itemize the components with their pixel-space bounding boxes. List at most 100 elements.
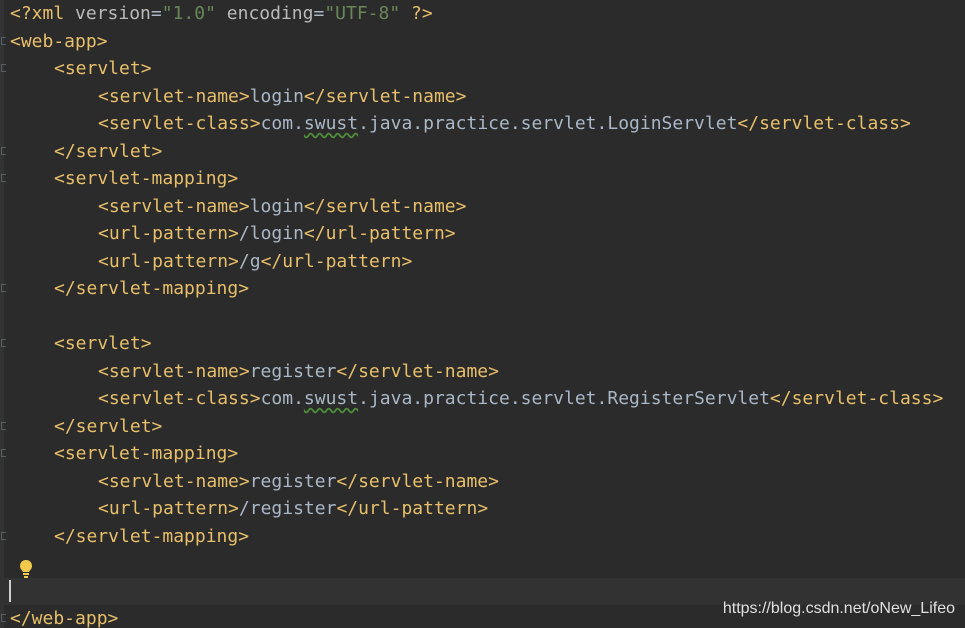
code-line-text: <url-pattern>/login</url-pattern> xyxy=(98,220,456,248)
text-content xyxy=(216,3,227,24)
text-content: = xyxy=(313,3,325,24)
xml-tag: <?xml xyxy=(10,3,76,24)
code-line[interactable]: <url-pattern>/login</url-pattern> xyxy=(0,220,965,248)
xml-tag: </url-pattern> xyxy=(336,498,489,519)
xml-tag: <servlet-name> xyxy=(98,195,250,217)
code-line[interactable]: <servlet-name>register</servlet-name> xyxy=(0,358,965,386)
xml-tag: </servlet-name> xyxy=(303,195,467,217)
xml-tag: <servlet-name> xyxy=(98,360,250,382)
code-line-text: </servlet> xyxy=(54,138,162,166)
code-area[interactable]: <?xml version="1.0" encoding="UTF-8" ?> <… xyxy=(0,0,965,628)
text-content: com. xyxy=(260,113,304,134)
xml-tag: </servlet> xyxy=(54,140,163,162)
code-line[interactable]: <servlet-mapping> xyxy=(0,440,965,468)
text-content: register xyxy=(249,360,337,382)
code-line[interactable]: <?xml version="1.0" encoding="UTF-8" ?> xyxy=(0,0,965,28)
code-line[interactable]: <servlet-class>com.swust.java.practice.s… xyxy=(0,385,965,413)
xml-tag: </url-pattern> xyxy=(260,250,413,272)
fold-marker-icon[interactable] xyxy=(1,449,6,457)
code-line[interactable]: </servlet> xyxy=(0,413,965,441)
xml-tag: <servlet-mapping> xyxy=(54,443,239,464)
code-line[interactable]: <servlet-name>register</servlet-name> xyxy=(0,468,965,496)
code-line-text: <servlet> xyxy=(54,330,152,358)
fold-marker-icon[interactable] xyxy=(1,339,6,347)
code-line-text: </servlet> xyxy=(54,413,162,441)
code-line-text: <?xml version="1.0" encoding="UTF-8" ?> xyxy=(10,0,433,28)
code-line[interactable]: <servlet-class>com.swust.java.practice.s… xyxy=(0,110,965,138)
spell-check-word: swust xyxy=(303,388,359,409)
text-content: login xyxy=(249,195,304,217)
xml-tag: <servlet> xyxy=(54,333,152,354)
code-line-text: <web-app> xyxy=(10,28,108,56)
xml-tag: ?> xyxy=(400,3,433,24)
code-line-text: <servlet-class>com.swust.java.practice.s… xyxy=(98,385,943,413)
fold-marker-icon[interactable] xyxy=(1,64,6,72)
code-line-text: <servlet-mapping> xyxy=(54,440,238,468)
code-line[interactable]: <url-pattern>/register</url-pattern> xyxy=(0,495,965,523)
xml-tag: </servlet-mapping> xyxy=(54,278,250,299)
fold-marker-icon[interactable] xyxy=(1,146,6,155)
fold-marker-icon[interactable] xyxy=(1,531,6,540)
xml-tag: <servlet-name> xyxy=(98,85,250,107)
xml-tag: </url-pattern> xyxy=(303,223,456,244)
text-content: .java.practice.servlet.LoginServlet xyxy=(358,113,738,134)
code-line[interactable]: <url-pattern>/g</url-pattern> xyxy=(0,248,965,276)
code-line-text: </servlet-mapping> xyxy=(54,523,249,551)
code-line-text: <servlet-name>register</servlet-name> xyxy=(98,468,499,496)
code-line-text: <servlet-class>com.swust.java.practice.s… xyxy=(98,110,911,138)
text-content: /g xyxy=(238,250,261,272)
code-line[interactable]: <servlet-name>login</servlet-name> xyxy=(0,193,965,221)
xml-tag: <servlet-class> xyxy=(98,113,261,134)
code-line-text: </web-app> xyxy=(10,605,118,628)
fold-marker-icon[interactable] xyxy=(1,174,6,182)
fold-marker-icon[interactable] xyxy=(1,36,6,45)
attribute-value: "1.0" xyxy=(161,3,216,24)
text-content: = xyxy=(150,3,162,24)
text-caret xyxy=(9,580,11,602)
code-line-text: <servlet-name>login</servlet-name> xyxy=(98,83,466,111)
xml-tag: </servlet-mapping> xyxy=(54,525,250,547)
fold-marker-icon[interactable] xyxy=(1,421,6,430)
xml-tag: <url-pattern> xyxy=(98,223,239,244)
lightbulb-icon[interactable] xyxy=(19,559,33,579)
xml-tag: <servlet-name> xyxy=(98,470,250,492)
xml-tag: <servlet> xyxy=(54,58,152,79)
code-editor[interactable]: <?xml version="1.0" encoding="UTF-8" ?> <… xyxy=(0,0,965,628)
xml-tag: <servlet-class> xyxy=(98,388,261,409)
code-line[interactable] xyxy=(0,303,965,331)
xml-tag: <url-pattern> xyxy=(98,250,239,272)
text-content: register xyxy=(249,470,337,492)
fold-marker-icon[interactable] xyxy=(1,614,6,622)
attribute-name: version xyxy=(75,3,151,24)
fold-marker-icon[interactable] xyxy=(1,284,6,292)
code-line[interactable]: <servlet> xyxy=(0,330,965,358)
xml-tag: </servlet-class> xyxy=(769,388,944,409)
code-line[interactable] xyxy=(0,550,965,578)
code-line[interactable]: <servlet> xyxy=(0,55,965,83)
code-line[interactable]: <web-app> xyxy=(0,28,965,56)
xml-tag: <servlet-mapping> xyxy=(54,168,239,189)
attribute-name: encoding xyxy=(226,3,314,24)
xml-tag: <web-app> xyxy=(10,30,108,52)
text-content: /login xyxy=(238,223,304,244)
xml-tag: </servlet> xyxy=(54,415,163,437)
code-line[interactable]: <servlet-mapping> xyxy=(0,165,965,193)
code-line-text: <servlet-name>register</servlet-name> xyxy=(98,358,499,386)
code-line[interactable]: </servlet-mapping> xyxy=(0,523,965,551)
xml-tag: </servlet-name> xyxy=(336,470,499,492)
code-line[interactable]: <servlet-name>login</servlet-name> xyxy=(0,83,965,111)
code-line-text: <servlet> xyxy=(54,55,152,83)
text-content: login xyxy=(249,85,304,107)
code-line-text: <servlet-name>login</servlet-name> xyxy=(98,193,466,221)
spell-check-word: swust xyxy=(303,113,359,134)
text-content: /register xyxy=(238,498,337,519)
code-line-text: <url-pattern>/g</url-pattern> xyxy=(98,248,412,276)
code-line[interactable]: </servlet> xyxy=(0,138,965,166)
code-line[interactable]: </servlet-mapping> xyxy=(0,275,965,303)
code-line-text: </servlet-mapping> xyxy=(54,275,249,303)
text-content: com. xyxy=(260,388,304,409)
xml-tag: <url-pattern> xyxy=(98,498,239,519)
xml-tag: </servlet-name> xyxy=(336,360,499,382)
code-line-text: <servlet-mapping> xyxy=(54,165,238,193)
xml-tag: </web-app> xyxy=(10,608,119,628)
